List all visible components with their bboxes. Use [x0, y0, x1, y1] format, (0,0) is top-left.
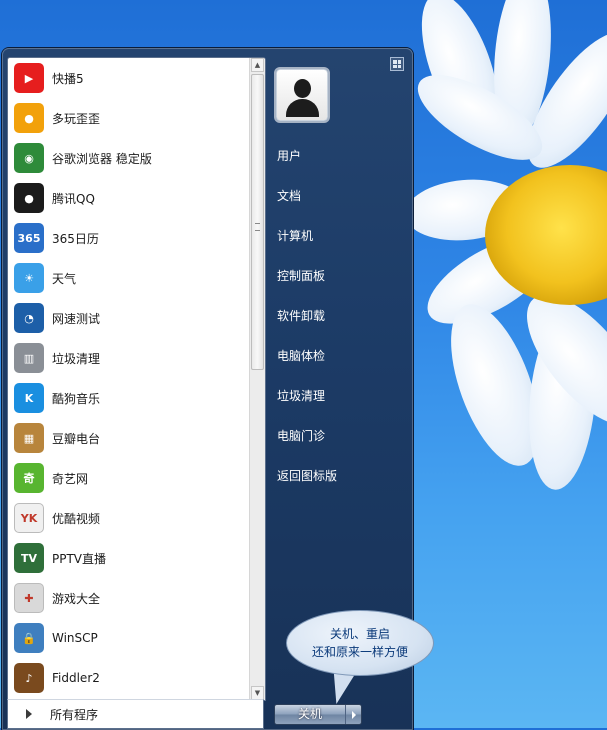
radio-icon: ▦ — [14, 423, 44, 453]
qiyi-icon: 奇 — [14, 463, 44, 493]
program-item-label: 酷狗音乐 — [52, 391, 101, 406]
program-item[interactable]: ◔ 网速测试 — [8, 298, 248, 338]
program-item[interactable]: ● 多玩歪歪 — [8, 98, 248, 138]
speedometer-icon: ◔ — [14, 303, 44, 333]
program-item[interactable]: ▶ 快播5 — [8, 58, 248, 98]
program-item-label: 奇艺网 — [52, 471, 89, 486]
program-item-label: 365日历 — [52, 231, 99, 246]
shutdown-callout: 关机、重启 还和原来一样方便 — [286, 610, 434, 676]
all-programs-button[interactable]: 所有程序 — [7, 699, 264, 729]
program-item-label: PPTV直播 — [52, 551, 107, 566]
program-item[interactable]: ▦ 豆瓣电台 — [8, 418, 248, 458]
weather-icon: ☀ — [14, 263, 44, 293]
program-item[interactable]: 365 365日历 — [8, 218, 248, 258]
scroll-thumb[interactable] — [251, 74, 264, 370]
trash-bin-icon: ▥ — [14, 343, 44, 373]
program-item[interactable]: ✚ 游戏大全 — [8, 578, 248, 618]
program-item[interactable]: 🔒 WinSCP — [8, 618, 248, 658]
shutdown-button-group: 关机 — [274, 704, 362, 725]
program-item-label: 游戏大全 — [52, 591, 101, 606]
callout-line-2: 还和原来一样方便 — [311, 645, 408, 659]
triangle-right-icon — [26, 709, 32, 719]
shutdown-button[interactable]: 关机 — [275, 705, 346, 724]
program-list: ▶ 快播5 ● 多玩歪歪 ◉ 谷歌浏览器 稳定版 ● 腾讯QQ 365 365日历 ☀ 天气 ◔ 网速测试… — [8, 58, 248, 698]
program-item-label: 豆瓣电台 — [52, 431, 101, 446]
right-menu-item[interactable]: 文档 — [274, 181, 404, 221]
youku-icon: YK — [14, 503, 44, 533]
program-item[interactable]: ♪ Fiddler2 — [8, 658, 248, 698]
scroll-down-button[interactable]: ▼ — [251, 686, 264, 700]
right-menu-list: 用户 文档 计算机 控制面板 软件卸载 电脑体检 垃圾清理 电脑门诊 返回图标版 — [274, 141, 404, 501]
program-item[interactable]: ☀ 天气 — [8, 258, 248, 298]
program-item-label: 多玩歪歪 — [52, 111, 101, 126]
program-item-label: 优酷视频 — [52, 511, 101, 526]
program-item-label: 垃圾清理 — [52, 351, 101, 366]
program-item-label: 天气 — [52, 271, 77, 286]
program-item-label: 腾讯QQ — [52, 191, 95, 206]
right-menu-item[interactable]: 控制面板 — [274, 261, 404, 301]
callout-line-1: 关机、重启 — [329, 627, 390, 641]
program-item-label: Fiddler2 — [52, 671, 100, 685]
tile-view-icon[interactable] — [390, 57, 404, 71]
program-item-label: 快播5 — [52, 71, 84, 86]
program-item-label: WinSCP — [52, 631, 98, 645]
right-menu-item[interactable]: 返回图标版 — [274, 461, 404, 501]
program-item[interactable]: TV PPTV直播 — [8, 538, 248, 578]
qvod-icon: ▶ — [14, 63, 44, 93]
yy-bear-icon: ● — [14, 103, 44, 133]
violin-icon: ♪ — [14, 663, 44, 693]
program-item[interactable]: 奇奇艺网 — [8, 458, 248, 498]
program-item-label: 网速测试 — [52, 311, 101, 326]
all-programs-label: 所有程序 — [50, 707, 99, 722]
right-menu-item[interactable]: 用户 — [274, 141, 404, 181]
program-item[interactable]: K 酷狗音乐 — [8, 378, 248, 418]
kugou-icon: K — [14, 383, 44, 413]
chevron-right-icon — [351, 710, 356, 719]
scrollbar[interactable]: ▲ ▼ — [249, 58, 265, 700]
wallpaper-daisy — [400, 0, 607, 728]
program-item[interactable]: ◉ 谷歌浏览器 稳定版 — [8, 138, 248, 178]
qq-penguin-icon: ● — [14, 183, 44, 213]
right-menu-item[interactable]: 电脑体检 — [274, 341, 404, 381]
pptv-icon: TV — [14, 543, 44, 573]
right-menu-item[interactable]: 计算机 — [274, 221, 404, 261]
user-avatar[interactable] — [276, 69, 328, 121]
scroll-up-button[interactable]: ▲ — [251, 58, 264, 72]
program-item[interactable]: ● 腾讯QQ — [8, 178, 248, 218]
right-menu-item[interactable]: 软件卸载 — [274, 301, 404, 341]
shutdown-options-button[interactable] — [346, 705, 361, 724]
right-menu-item[interactable]: 电脑门诊 — [274, 421, 404, 461]
program-list-pane: ▶ 快播5 ● 多玩歪歪 ◉ 谷歌浏览器 稳定版 ● 腾讯QQ 365 365日历 ☀ 天气 ◔ 网速测试… — [7, 57, 266, 701]
lock-transfer-icon: 🔒 — [14, 623, 44, 653]
chrome-icon: ◉ — [14, 143, 44, 173]
program-item[interactable]: ▥ 垃圾清理 — [8, 338, 248, 378]
calendar-icon: 365 — [14, 223, 44, 253]
right-menu-item[interactable]: 垃圾清理 — [274, 381, 404, 421]
program-item[interactable]: YK 优酷视频 — [8, 498, 248, 538]
gamepad-icon: ✚ — [14, 583, 44, 613]
program-item-label: 谷歌浏览器 稳定版 — [52, 151, 152, 166]
